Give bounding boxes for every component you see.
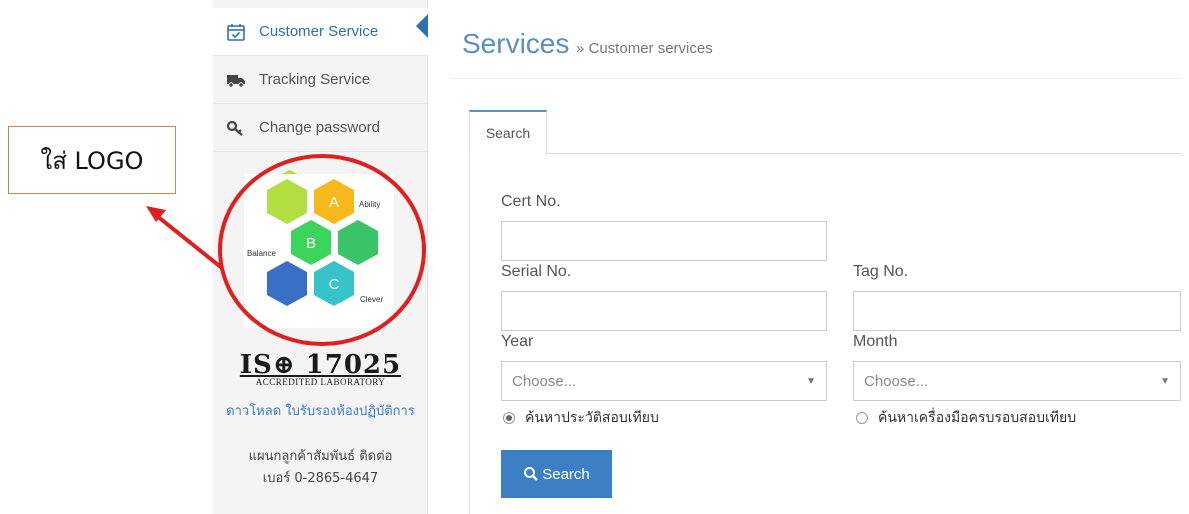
year-select[interactable]: Choose... ▼ xyxy=(501,361,827,401)
radio-button-unchecked[interactable] xyxy=(856,412,868,424)
year-select-value: Choose... xyxy=(512,372,577,390)
panel-left-border xyxy=(469,153,470,514)
month-select[interactable]: Choose... ▼ xyxy=(853,361,1181,401)
search-button[interactable]: Search xyxy=(501,450,612,498)
search-icon xyxy=(524,467,539,481)
search-button-label: Search xyxy=(542,465,590,483)
breadcrumb[interactable]: » Customer services xyxy=(576,40,713,57)
logo-word-balance: Balance xyxy=(247,249,276,258)
serial-no-input[interactable] xyxy=(501,291,827,331)
logo-word-clever: Clever xyxy=(360,295,383,304)
radio-due-tools-label: ค้นหาเครื่องมือครบรอบสอบเทียบ xyxy=(878,410,1077,426)
cert-no-input[interactable] xyxy=(501,221,827,261)
radio-history[interactable]: ค้นหาประวัติสอบเทียบ xyxy=(503,407,659,429)
serial-no-label: Serial No. xyxy=(501,263,572,280)
logo-letter-b: B xyxy=(306,235,316,252)
chevron-down-icon: ▼ xyxy=(1160,375,1170,387)
month-label: Month xyxy=(853,333,898,350)
logo-letter-a: A xyxy=(329,194,339,211)
tag-no-input[interactable] xyxy=(853,291,1181,331)
tab-bar-line xyxy=(547,153,1182,154)
year-label: Year xyxy=(501,333,534,350)
cert-no-label: Cert No. xyxy=(501,193,561,210)
header-divider xyxy=(452,78,1182,79)
month-select-value: Choose... xyxy=(864,372,929,390)
tag-no-label: Tag No. xyxy=(853,263,909,280)
logo-letter-c: C xyxy=(329,276,340,293)
radio-due-tools[interactable]: ค้นหาเครื่องมือครบรอบสอบเทียบ xyxy=(856,407,1076,429)
page-title: Services xyxy=(462,28,570,59)
radio-button-checked[interactable] xyxy=(503,412,515,424)
logo-word-ability: Ability xyxy=(359,200,380,209)
radio-history-label: ค้นหาประวัติสอบเทียบ xyxy=(525,410,659,426)
annotation-arrow-line xyxy=(150,210,224,270)
chevron-down-icon: ▼ xyxy=(806,375,816,387)
tab-search[interactable]: Search xyxy=(469,110,547,154)
